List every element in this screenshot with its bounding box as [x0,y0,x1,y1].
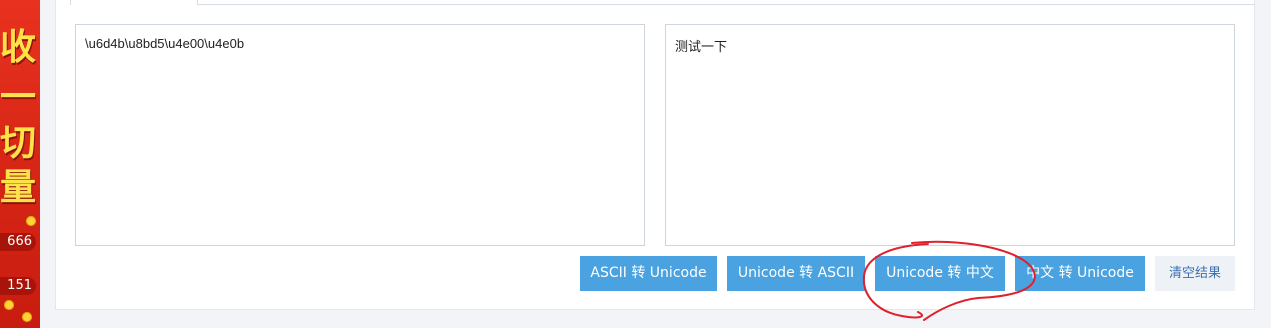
ascii-to-unicode-button[interactable]: ASCII 转 Unicode [580,256,717,291]
unicode-to-ascii-button[interactable]: Unicode 转 ASCII [727,256,865,291]
coin-icon [4,300,14,310]
banner-glyph: 切 [0,123,37,164]
tab-active[interactable] [70,0,198,5]
promo-banner[interactable]: 收 一 切 量 666 151 [0,0,40,328]
banner-badge: 666 [0,233,36,251]
banner-badge: 151 [0,277,36,295]
result-output-textarea[interactable]: 测试一下 [665,24,1235,246]
chinese-to-unicode-button[interactable]: 中文 转 Unicode [1015,256,1145,291]
clear-result-button[interactable]: 清空结果 [1155,256,1235,291]
banner-glyph: 量 [0,167,37,208]
coin-icon [26,216,36,226]
unicode-to-chinese-button[interactable]: Unicode 转 中文 [875,256,1005,291]
unicode-input-textarea[interactable]: \u6d4b\u8bd5\u4e00\u4e0b [75,24,645,246]
banner-glyph: 收 [0,27,37,68]
banner-glyph: 一 [0,77,37,118]
tab-bar [70,0,1255,5]
coin-icon [22,312,32,322]
